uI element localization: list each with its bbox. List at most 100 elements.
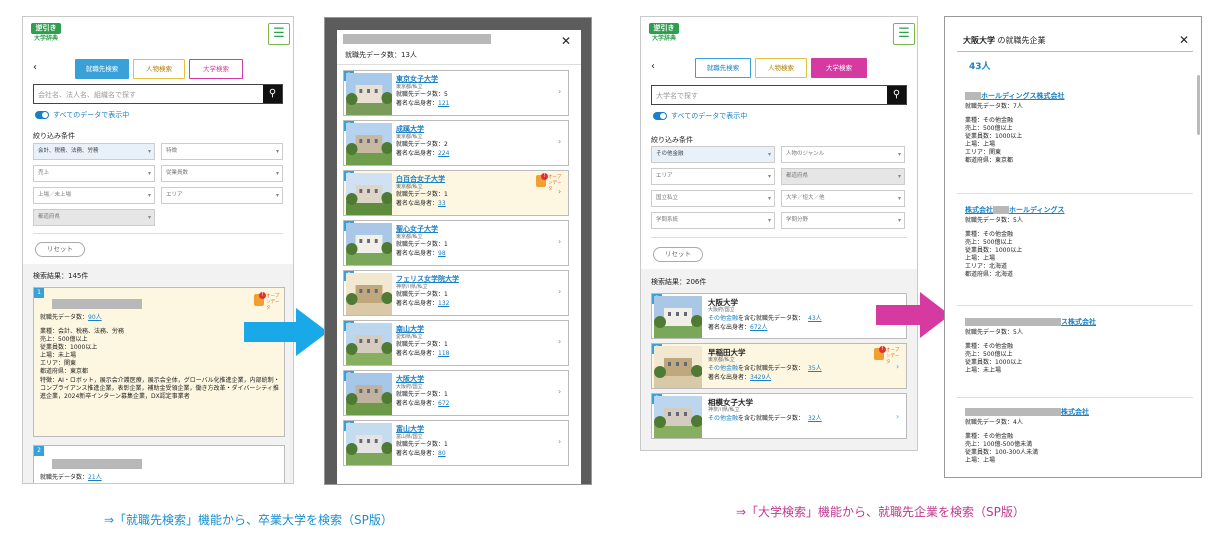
scrollbar[interactable] <box>1197 75 1200 135</box>
company-name-link[interactable]: 株式会社 ホールディングス <box>965 205 1065 215</box>
data-count-link[interactable]: 90人 <box>88 314 102 321</box>
company-name-link[interactable]: 株式会社 <box>965 407 1089 417</box>
famous-link[interactable]: 672人 <box>750 324 767 331</box>
university-card[interactable]: 4聖心女子大学東京都/私立就職先データ数：1著名な出身者：98› <box>343 220 569 266</box>
university-card[interactable]: 1東京女子大学東京都/私立就職先データ数：5著名な出身者：121› <box>343 70 569 116</box>
university-card[interactable]: 2成蹊大学東京都/私立就職先データ数：2著名な出身者：224› <box>343 120 569 166</box>
famous-link[interactable]: 224 <box>438 150 449 157</box>
filter-national-private[interactable]: 国立私立 <box>651 190 775 207</box>
filter-area[interactable]: エリア <box>161 187 283 204</box>
university-card[interactable]: 2早稲田大学東京都/私立その他金融を含む就職先データ数：35人著名な出身者：34… <box>651 343 907 389</box>
search-icon[interactable]: ⚲ <box>263 85 282 103</box>
tab-job-search[interactable]: 就職先検索 <box>695 58 751 78</box>
university-name-link[interactable]: 富山大学 <box>396 424 424 434</box>
tab-job-search[interactable]: 就職先検索 <box>75 59 129 79</box>
filter-area[interactable]: エリア <box>651 168 775 185</box>
tab-person-search[interactable]: 人物検索 <box>133 59 185 79</box>
close-icon[interactable]: ✕ <box>561 34 571 48</box>
data-count-link[interactable]: 32人 <box>808 415 822 422</box>
filter-industry[interactable]: 会計、税務、法務、労務 <box>33 143 155 160</box>
filter-listed[interactable]: 上場／未上場 <box>33 187 155 204</box>
back-button[interactable]: ‹ <box>33 63 37 73</box>
university-location: 神奈川県/私立 <box>396 284 428 290</box>
data-count: 就職先データ数：1 <box>396 191 448 198</box>
famous-link[interactable]: 672 <box>438 400 449 407</box>
univ-search-input[interactable]: 大学名で探す ⚲ <box>651 85 907 105</box>
filter-employees[interactable]: 従業員数 <box>161 165 283 182</box>
site-logo[interactable]: 逆引き 大学辞典 <box>31 23 61 45</box>
chevron-right-icon[interactable]: › <box>558 237 561 246</box>
site-logo[interactable]: 逆引き 大学辞典 <box>649 23 679 45</box>
modal-overlay: ✕ 就職先データ数：13人 1東京女子大学東京都/私立就職先データ数：5著名な出… <box>324 17 592 485</box>
chevron-right-icon[interactable]: › <box>558 337 561 346</box>
chevron-right-icon[interactable]: › <box>896 412 899 421</box>
chevron-right-icon[interactable]: › <box>558 287 561 296</box>
university-name-link[interactable]: 聖心女子大学 <box>396 224 438 234</box>
hamburger-icon[interactable]: ☰ <box>268 23 290 45</box>
chevron-right-icon[interactable]: › <box>558 87 561 96</box>
open-data-badge: ! オープンデータ <box>874 346 900 365</box>
famous-link[interactable]: 3429人 <box>750 374 771 381</box>
card-number: 1 <box>34 288 44 298</box>
data-count-link[interactable]: 21人 <box>88 474 102 481</box>
university-name-link[interactable]: 東京女子大学 <box>396 74 438 84</box>
university-name-link[interactable]: フェリス女学院大学 <box>396 274 459 284</box>
filter-prefecture[interactable]: 都道府県 <box>33 209 155 226</box>
hamburger-icon[interactable]: ☰ <box>893 23 915 45</box>
data-count: 就職先データ数：4人 <box>965 419 1023 426</box>
company-name-prefix: 株式会社 <box>965 206 993 214</box>
famous-link[interactable]: 132 <box>438 300 449 307</box>
close-icon[interactable]: ✕ <box>1179 33 1189 47</box>
company-count: 43人 <box>969 62 991 72</box>
tab-univ-search[interactable]: 大学検索 <box>811 58 867 78</box>
tab-univ-search[interactable]: 大学検索 <box>189 59 243 79</box>
chevron-right-icon[interactable]: › <box>558 437 561 446</box>
university-card[interactable]: 3相模女子大学神奈川県/私立その他金融を含む就職先データ数：32人› <box>651 393 907 439</box>
university-card[interactable]: 5フェリス女学院大学神奈川県/私立就職先データ数：1著名な出身者：132› <box>343 270 569 316</box>
famous-link[interactable]: 33 <box>438 200 446 207</box>
company-search-input[interactable]: 会社名、法人名、組織名で探す ⚲ <box>33 84 283 104</box>
filter-prefecture[interactable]: 都道府県 <box>781 168 905 185</box>
search-placeholder: 会社名、法人名、組織名で探す <box>38 91 136 99</box>
search-icon[interactable]: ⚲ <box>887 86 906 104</box>
filter-sales[interactable]: 売上 <box>33 165 155 182</box>
all-data-toggle[interactable] <box>35 111 49 119</box>
filter-discipline[interactable]: 学問系統 <box>651 212 775 229</box>
open-data-label: オープンデータ <box>886 348 900 365</box>
university-name-link[interactable]: 大阪大学 <box>396 374 424 384</box>
all-data-toggle[interactable] <box>653 112 667 120</box>
university-card[interactable]: 7大阪大学大阪府/国立就職先データ数：1著名な出身者：672› <box>343 370 569 416</box>
reset-button[interactable]: リセット <box>35 242 85 257</box>
filter-school-type[interactable]: 大学／短大／他 <box>781 190 905 207</box>
detail-prefecture: 都道府県：東京都 <box>40 368 89 375</box>
university-name-link[interactable]: 成蹊大学 <box>396 124 424 134</box>
university-card[interactable]: 3白百合女子大学東京都/私立就職先データ数：1著名な出身者：33›!オープンデー… <box>343 170 569 216</box>
company-card-2[interactable]: 2 就職先データ数：21人 <box>33 445 285 483</box>
famous-link[interactable]: 118 <box>438 350 449 357</box>
filter-field[interactable]: 学問分野 <box>781 212 905 229</box>
filter-industry[interactable]: その他金融 <box>651 146 775 163</box>
back-button[interactable]: ‹ <box>651 62 655 72</box>
university-name-link[interactable]: 南山大学 <box>396 324 424 334</box>
university-card[interactable]: 6南山大学愛知県/私立就職先データ数：1著名な出身者：118› <box>343 320 569 366</box>
tab-person-search[interactable]: 人物検索 <box>755 58 807 78</box>
university-card[interactable]: 8富山大学富山県/国立就職先データ数：1著名な出身者：80› <box>343 420 569 466</box>
famous-label: 著名な出身者： <box>396 250 439 257</box>
data-count-link[interactable]: 43人 <box>808 315 822 322</box>
reset-button[interactable]: リセット <box>653 247 703 262</box>
company-name-link[interactable]: ホールディングス株式会社 <box>965 91 1065 101</box>
chevron-right-icon[interactable]: › <box>558 137 561 146</box>
company-detail: 都道府県：北海道 <box>965 271 1014 278</box>
famous-link[interactable]: 121 <box>438 100 449 107</box>
divider <box>957 305 1193 306</box>
university-card[interactable]: 1大阪大学大阪府/国立その他金融を含む就職先データ数：43人著名な出身者：672… <box>651 293 907 339</box>
chevron-right-icon[interactable]: › <box>558 387 561 396</box>
filter-person-genre[interactable]: 人物のジャンル <box>781 146 905 163</box>
company-name-link[interactable]: ス株式会社 <box>965 317 1096 327</box>
data-count-link[interactable]: 35人 <box>808 365 822 372</box>
company-detail: 売上：100億-500億未満 <box>965 441 1033 448</box>
famous-link[interactable]: 80 <box>438 450 446 457</box>
famous-link[interactable]: 98 <box>438 250 446 257</box>
university-name-link[interactable]: 白百合女子大学 <box>396 174 445 184</box>
filter-feature[interactable]: 特徴 <box>161 143 283 160</box>
